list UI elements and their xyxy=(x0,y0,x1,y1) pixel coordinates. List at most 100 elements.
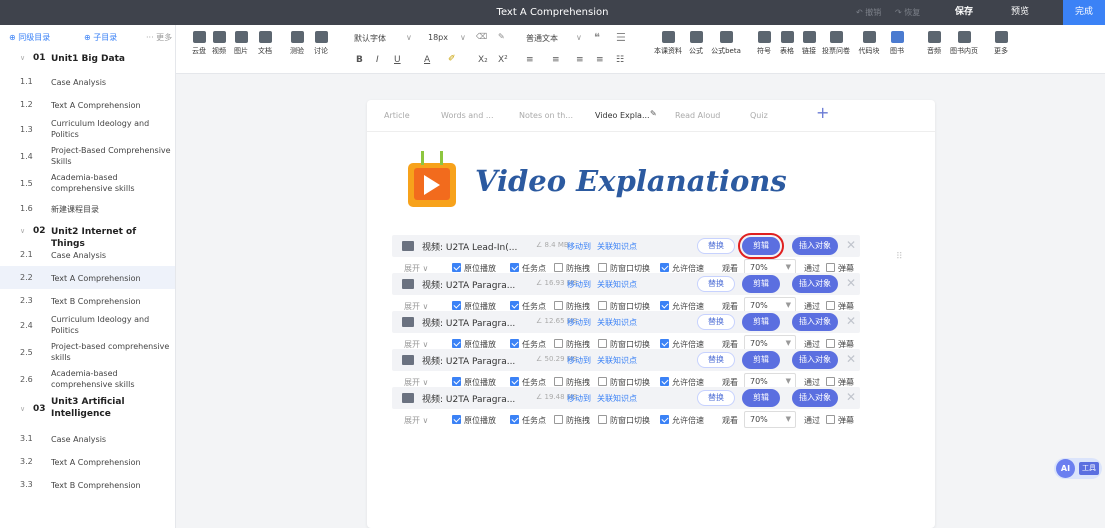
outline-item[interactable]: 2.1 Case Analysis xyxy=(0,243,175,266)
align-right-icon[interactable]: ≡ xyxy=(576,55,584,65)
collapse-arrow-icon[interactable]: ∨ xyxy=(20,227,25,235)
outline-item[interactable]: 1.1 Case Analysis xyxy=(0,70,175,93)
preview-button[interactable]: 预览 xyxy=(1011,0,1029,25)
insert-object-button[interactable]: 插入对象 xyxy=(792,389,838,407)
course-material-tool[interactable]: 本课资料 xyxy=(650,31,686,56)
insert-object-button[interactable]: 插入对象 xyxy=(792,237,838,255)
save-button[interactable]: 保存 xyxy=(955,0,973,25)
outline-unit[interactable]: ∨ 02 Unit2 Internet of Things xyxy=(0,220,175,249)
checkbox-icon[interactable] xyxy=(826,339,835,348)
outline-unit[interactable]: ∨ 03 Unit3 Artificial Intelligence xyxy=(0,393,175,427)
checkbox-icon[interactable] xyxy=(598,263,607,272)
document-tool[interactable]: 文档 xyxy=(252,31,278,56)
sidebar-more-button[interactable]: ··· 更多 xyxy=(146,32,172,43)
superscript-button[interactable]: X² xyxy=(498,55,508,65)
outline-item[interactable]: 2.5 Project-based comprehensive skills xyxy=(0,339,175,366)
insert-object-button[interactable]: 插入对象 xyxy=(792,313,838,331)
more-tool[interactable]: 更多 xyxy=(988,31,1014,56)
tab-quiz[interactable]: Quiz xyxy=(750,111,768,120)
undo-button[interactable]: ↶ 撤销 xyxy=(856,0,881,25)
align-center-icon[interactable]: ≡ xyxy=(552,55,560,65)
link-knowledge-point-link[interactable]: 关联知识点 xyxy=(597,355,637,366)
checkbox-icon[interactable] xyxy=(826,301,835,310)
replace-button[interactable]: 替换 xyxy=(697,390,735,406)
link-knowledge-point-link[interactable]: 关联知识点 xyxy=(597,241,637,252)
formula-beta-tool[interactable]: 公式beta xyxy=(708,31,744,56)
close-icon[interactable]: ✕ xyxy=(846,314,856,328)
checkbox-icon[interactable] xyxy=(826,377,835,386)
checkbox-checked-icon[interactable] xyxy=(510,415,519,424)
add-tab-icon[interactable]: + xyxy=(816,103,829,122)
highlight-icon[interactable]: ✐ xyxy=(448,54,456,64)
link-knowledge-point-link[interactable]: 关联知识点 xyxy=(597,279,637,290)
add-subdirectory-button[interactable]: ⊕ 子目录 xyxy=(84,32,117,43)
clip-button[interactable]: 剪辑 xyxy=(742,351,780,369)
task-point-option[interactable]: 任务点 xyxy=(510,415,546,426)
justify-icon[interactable]: ≡ xyxy=(596,55,604,65)
outline-item[interactable]: 1.6 新建课程目录 xyxy=(0,197,175,220)
list-icon[interactable]: ☷ xyxy=(616,55,624,65)
move-to-link[interactable]: 移动到 xyxy=(567,355,591,366)
blockquote-icon[interactable]: ❝ xyxy=(594,31,600,44)
underline-button[interactable]: U xyxy=(394,55,401,65)
checkbox-checked-icon[interactable] xyxy=(510,301,519,310)
link-knowledge-point-link[interactable]: 关联知识点 xyxy=(597,393,637,404)
checkbox-checked-icon[interactable] xyxy=(452,377,461,386)
bold-button[interactable]: B xyxy=(356,55,363,65)
outline-item[interactable]: 2.4 Curriculum Ideology and Politics xyxy=(0,312,175,339)
checkbox-checked-icon[interactable] xyxy=(660,301,669,310)
checkbox-icon[interactable] xyxy=(554,263,563,272)
close-icon[interactable]: ✕ xyxy=(846,276,856,290)
allow-speed-option[interactable]: 允许倍速 xyxy=(660,415,704,426)
done-button[interactable]: 完成 xyxy=(1063,0,1105,25)
replace-button[interactable]: 替换 xyxy=(697,352,735,368)
font-family-select[interactable]: 默认字体 xyxy=(354,33,386,44)
add-sibling-directory-button[interactable]: ⊕ 同级目录 xyxy=(9,32,50,43)
checkbox-checked-icon[interactable] xyxy=(452,339,461,348)
checkbox-checked-icon[interactable] xyxy=(510,263,519,272)
outline-item[interactable]: 2.6 Academia-based comprehensive skills xyxy=(0,366,175,393)
paragraph-style-select[interactable]: 普通文本 xyxy=(526,33,558,44)
edit-pencil-icon[interactable]: ✎ xyxy=(650,109,657,118)
outline-item[interactable]: 3.3 Text B Comprehension xyxy=(0,473,175,496)
expand-toggle[interactable]: 展开 ∨ xyxy=(404,415,428,426)
collapse-arrow-icon[interactable]: ∨ xyxy=(20,54,25,62)
chevron-down-icon[interactable]: ∨ xyxy=(576,33,582,42)
font-size-select[interactable]: 18px xyxy=(428,33,448,42)
outline-item-active[interactable]: 2.2 Text A Comprehension xyxy=(0,266,175,289)
popup-option[interactable]: 弹幕 xyxy=(826,415,854,426)
replace-button[interactable]: 替换 xyxy=(697,238,735,254)
outline-item[interactable]: 2.3 Text B Comprehension xyxy=(0,289,175,312)
checkbox-icon[interactable] xyxy=(598,301,607,310)
chevron-down-icon[interactable]: ∨ xyxy=(460,33,466,42)
close-icon[interactable]: ✕ xyxy=(846,238,856,252)
anti-drag-option[interactable]: 防拖拽 xyxy=(554,415,590,426)
clip-button[interactable]: 剪辑 xyxy=(742,389,780,407)
clip-button[interactable]: 剪辑 xyxy=(738,233,784,259)
italic-button[interactable]: I xyxy=(376,55,379,65)
tab-notes[interactable]: Notes on th... xyxy=(519,111,573,120)
outline-item[interactable]: 1.2 Text A Comprehension xyxy=(0,93,175,116)
checkbox-icon[interactable] xyxy=(554,415,563,424)
watch-percent-select[interactable]: 70% ▼ xyxy=(744,411,796,428)
ai-tools-button[interactable]: AI 工具 xyxy=(1054,458,1102,479)
link-knowledge-point-link[interactable]: 关联知识点 xyxy=(597,317,637,328)
format-painter-icon[interactable]: ✎ xyxy=(498,32,505,41)
outline-unit[interactable]: ∨ 01 Unit1 Big Data xyxy=(0,47,175,70)
clear-format-icon[interactable]: ⌫ xyxy=(476,32,487,41)
move-to-link[interactable]: 移动到 xyxy=(567,317,591,328)
move-to-link[interactable]: 移动到 xyxy=(567,393,591,404)
drag-handle-icon[interactable]: ⠿ xyxy=(896,252,903,262)
checkbox-checked-icon[interactable] xyxy=(510,377,519,386)
formula-tool[interactable]: 公式 xyxy=(683,31,709,56)
tab-words[interactable]: Words and ... xyxy=(441,111,494,120)
move-to-link[interactable]: 移动到 xyxy=(567,279,591,290)
outline-item[interactable]: 1.5 Academia-based comprehensive skills xyxy=(0,170,175,197)
move-to-link[interactable]: 移动到 xyxy=(567,241,591,252)
quiz-tool[interactable]: 测验 xyxy=(284,31,310,56)
outline-item[interactable]: 3.2 Text A Comprehension xyxy=(0,450,175,473)
anti-window-switch-option[interactable]: 防窗口切换 xyxy=(598,415,650,426)
subscript-button[interactable]: X₂ xyxy=(478,55,488,65)
checkbox-checked-icon[interactable] xyxy=(660,263,669,272)
checkbox-icon[interactable] xyxy=(554,339,563,348)
